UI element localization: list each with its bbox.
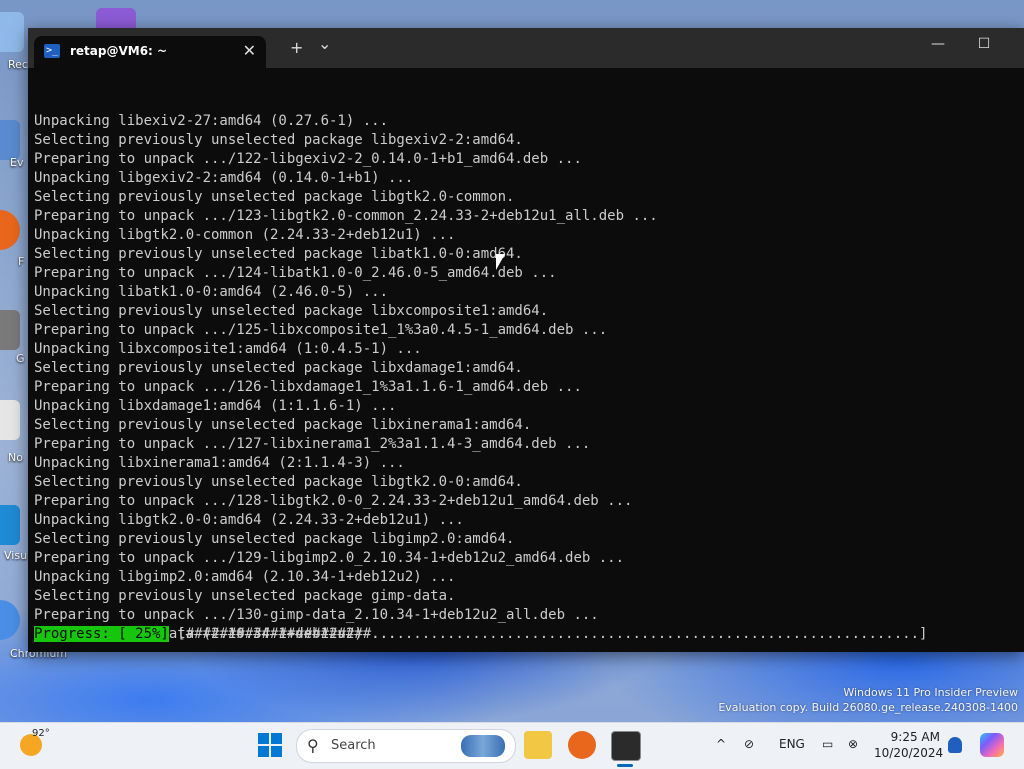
terminal-line: Unpacking libgexiv2-2:amd64 (0.14.0-1+b1… <box>34 170 414 186</box>
event-viewer-icon[interactable] <box>0 120 20 160</box>
notification-bell-icon[interactable] <box>948 737 962 753</box>
recycle-bin-icon[interactable] <box>0 12 24 52</box>
terminal-icon[interactable] <box>611 731 641 761</box>
terminal-line: Unpacking libxinerama1:amd64 (2:1.1.4-3)… <box>34 455 405 471</box>
terminal-line: Preparing to unpack .../129-libgimp2.0_2… <box>34 550 625 566</box>
file-explorer-icon[interactable] <box>524 731 552 759</box>
powershell-icon: >_ <box>44 44 60 58</box>
search-box[interactable]: ⚲ Search <box>296 729 516 763</box>
watermark-build: Evaluation copy. Build 26080.ge_release.… <box>718 701 1018 714</box>
tab-dropdown-button[interactable]: ⌄ <box>318 34 331 53</box>
desktop-icon-label: Visu <box>4 549 28 562</box>
network-status-icon[interactable]: ⊘ <box>744 737 754 751</box>
desktop-icon-label: Ev <box>10 156 24 169</box>
start-button[interactable] <box>258 733 282 757</box>
title-bar[interactable]: >_ retap@VM6: ~ ✕ + ⌄ — ☐ <box>28 28 1024 68</box>
search-icon: ⚲ <box>307 736 319 755</box>
desktop-icon-label: Rec <box>8 58 28 71</box>
terminal-line: Unpacking libgimp2.0:amd64 (2.10.34-1+de… <box>34 569 456 585</box>
clock[interactable]: 9:25 AM 10/20/2024 <box>874 729 944 761</box>
clock-date: 10/20/2024 <box>874 746 944 760</box>
terminal-line: Selecting previously unselected package … <box>34 132 523 148</box>
terminal-line: Selecting previously unselected package … <box>34 417 532 433</box>
terminal-line: Unpacking libgtk2.0-0:amd64 (2.24.33-2+d… <box>34 512 464 528</box>
search-label: Search <box>331 738 376 753</box>
progress-bar: [######################.................… <box>177 626 928 642</box>
terminal-line: Selecting previously unselected package … <box>34 360 523 376</box>
active-app-indicator <box>617 764 633 767</box>
tab-close-button[interactable]: ✕ <box>243 41 256 60</box>
speaker-muted-icon[interactable]: ⊗ <box>848 737 858 751</box>
mouse-pointer-icon <box>496 254 505 270</box>
progress-label: Progress: [ 25%] <box>34 626 169 642</box>
show-hidden-icons-button[interactable]: ^ <box>716 737 726 751</box>
terminal-line: Selecting previously unselected package … <box>34 531 515 547</box>
notepad-desktop-icon[interactable] <box>0 400 20 440</box>
terminal-line: Unpacking libxdamage1:amd64 (1:1.1.6-1) … <box>34 398 397 414</box>
terminal-line: Selecting previously unselected package … <box>34 189 515 205</box>
terminal-line: Preparing to unpack .../125-libxcomposit… <box>34 322 608 338</box>
desktop-icon-label: No <box>8 451 23 464</box>
terminal-line: Preparing to unpack .../123-libgtk2.0-co… <box>34 208 658 224</box>
gimp-desktop-icon[interactable] <box>0 310 20 350</box>
terminal-line: Selecting previously unselected package … <box>34 588 456 604</box>
terminal-line: Unpacking libgtk2.0-common (2.24.33-2+de… <box>34 227 456 243</box>
terminal-line: Unpacking libxcomposite1:amd64 (1:0.4.5-… <box>34 341 422 357</box>
vscode-desktop-icon[interactable] <box>0 505 20 545</box>
tab-terminal[interactable]: >_ retap@VM6: ~ ✕ <box>34 36 266 68</box>
taskbar: 92° ⚲ Search ^ ⊘ ENG ▭ ⊗ 9:25 AM 10/20/2… <box>0 722 1024 769</box>
terminal-line: Unpacking libatk1.0-0:amd64 (2.46.0-5) .… <box>34 284 389 300</box>
firefox-desktop-icon[interactable] <box>0 210 20 250</box>
terminal-window: >_ retap@VM6: ~ ✕ + ⌄ — ☐ Unpacking libe… <box>28 28 1024 652</box>
progress-line: Progress: [ 25%] [######################… <box>34 625 927 644</box>
watermark-edition: Windows 11 Pro Insider Preview <box>843 686 1018 699</box>
clock-time: 9:25 AM <box>890 730 940 744</box>
new-tab-button[interactable]: + <box>290 38 303 57</box>
terminal-line: Selecting previously unselected package … <box>34 303 549 319</box>
display-icon[interactable]: ▭ <box>822 737 833 751</box>
terminal-line: Preparing to unpack .../127-libxinerama1… <box>34 436 591 452</box>
terminal-line: Preparing to unpack .../130-gimp-data_2.… <box>34 607 599 623</box>
search-highlight-image <box>461 735 505 757</box>
desktop-icon-label: F <box>18 255 25 268</box>
terminal-line: Preparing to unpack .../124-libatk1.0-0_… <box>34 265 557 281</box>
maximize-button[interactable]: ☐ <box>962 36 1006 60</box>
chromium-desktop-icon[interactable] <box>0 600 20 640</box>
weather-temperature: 92° <box>32 728 50 739</box>
terminal-line: Preparing to unpack .../122-libgexiv2-2_… <box>34 151 582 167</box>
terminal-line: Selecting previously unselected package … <box>34 474 523 490</box>
terminal-line: Preparing to unpack .../126-libxdamage1_… <box>34 379 582 395</box>
language-indicator[interactable]: ENG <box>779 737 805 751</box>
copilot-icon[interactable] <box>980 733 1004 757</box>
terminal-line: Preparing to unpack .../128-libgtk2.0-0_… <box>34 493 633 509</box>
terminal-line: Unpacking libexiv2-27:amd64 (0.27.6-1) .… <box>34 113 389 129</box>
terminal-line: Selecting previously unselected package … <box>34 246 523 262</box>
firefox-icon[interactable] <box>568 731 596 759</box>
tab-title: retap@VM6: ~ <box>70 44 168 58</box>
minimize-button[interactable]: — <box>916 36 960 60</box>
terminal-output[interactable]: Unpacking libexiv2-27:amd64 (0.27.6-1) .… <box>34 74 1016 648</box>
desktop-icon-label: G <box>16 352 25 365</box>
